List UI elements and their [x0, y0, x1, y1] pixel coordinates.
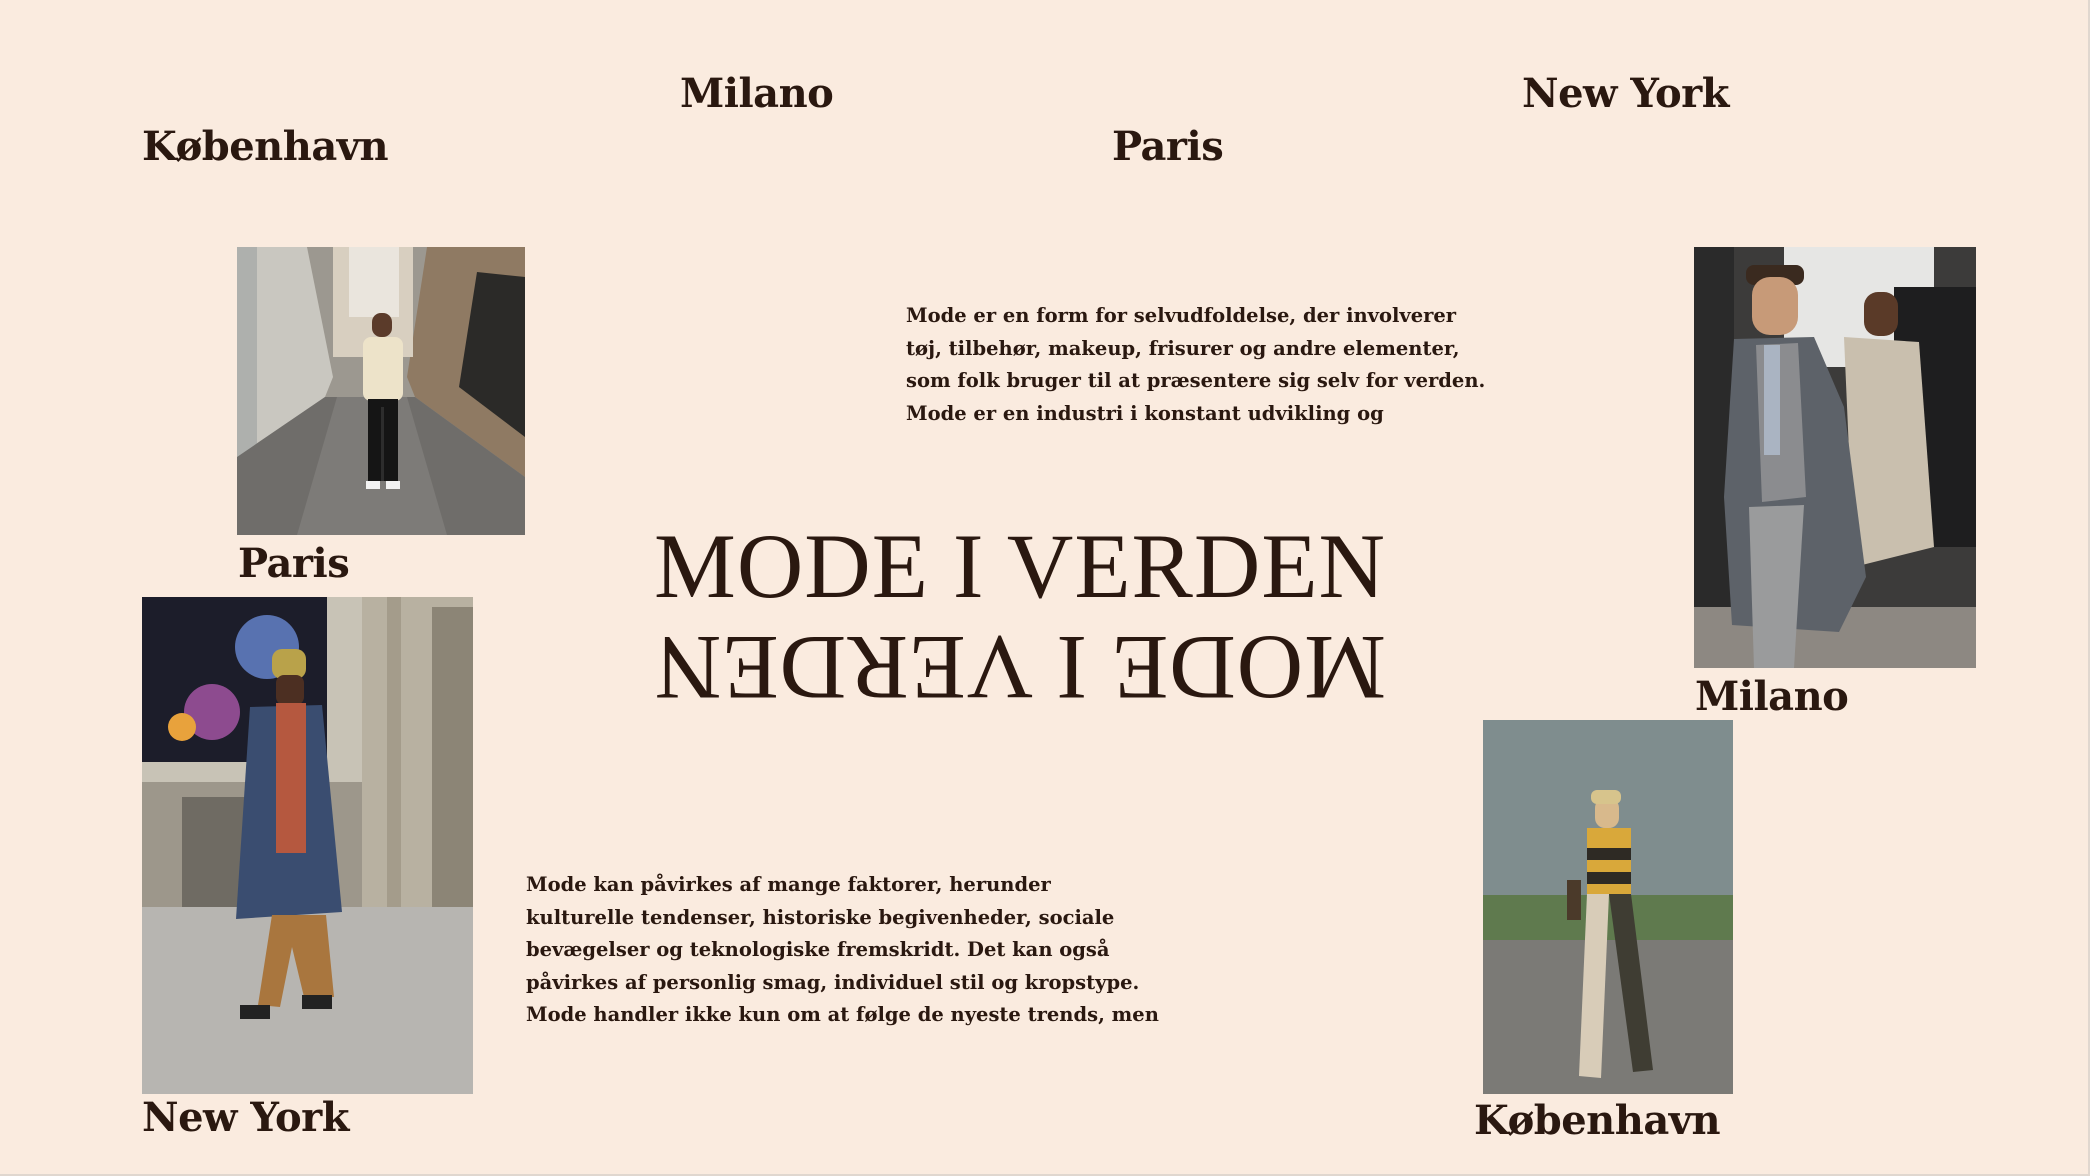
slide-title-mirrored: MODE I VERDEN [654, 617, 1386, 719]
photo-caption-milano: Milano [1695, 673, 1849, 720]
photo-caption-newyork: New York [142, 1094, 349, 1141]
city-label-kobenhavn-top: København [142, 123, 389, 170]
body-line-1: Mode kan påvirkes af mange faktorer, her… [526, 873, 1051, 896]
photo-man-blue-coat-poster [142, 597, 473, 1094]
city-label-newyork-top: New York [1522, 70, 1729, 117]
body-line-4: påvirkes af personlig smag, individuel s… [526, 970, 1140, 994]
slide-title: MODE I VERDEN [654, 515, 1386, 617]
photo-street-man-cream-jacket [237, 247, 525, 535]
body-line-2: kulturelle tendenser, historiske begiven… [526, 905, 1115, 929]
body-line-3: bevægelser og teknologiske fremskridt. D… [526, 938, 1110, 961]
body-line-5: Mode handler ikke kun om at følge de nye… [526, 1003, 1159, 1026]
slide: Milano New York København Paris Paris Ne… [0, 0, 2090, 1176]
photo-caption-kobenhavn: København [1474, 1097, 1721, 1144]
intro-line-1: Mode er en form for selvudfoldelse, der … [906, 304, 1457, 327]
city-label-milano-top: Milano [680, 70, 834, 117]
photo-man-striped-sweater [1483, 720, 1733, 1094]
intro-line-2: tøj, tilbehør, makeup, frisurer og andre… [906, 336, 1460, 360]
photo-caption-paris: Paris [238, 540, 350, 587]
city-label-paris-top: Paris [1112, 123, 1224, 170]
body-paragraph: Mode kan påvirkes af mange faktorer, her… [526, 869, 1166, 1032]
intro-paragraph: Mode er en form for selvudfoldelse, der … [906, 300, 1526, 430]
photo-man-grey-tweed-coat [1694, 247, 1976, 668]
intro-line-4: Mode er en industri i konstant udvikling… [906, 401, 1384, 425]
intro-line-3: som folk bruger til at præsentere sig se… [906, 369, 1486, 392]
